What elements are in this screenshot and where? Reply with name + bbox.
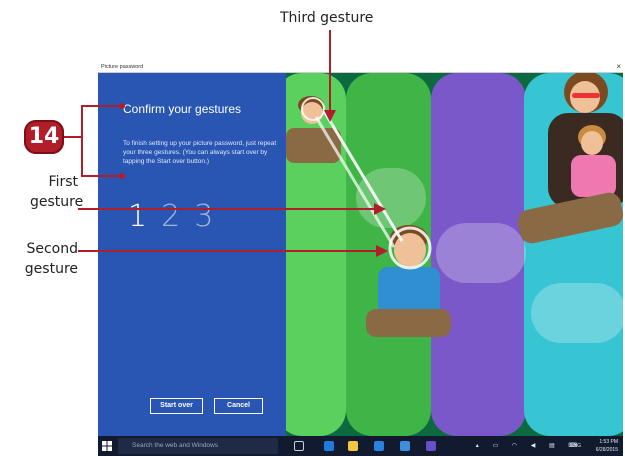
- third-gesture-trace: [322, 110, 404, 242]
- system-tray-icons[interactable]: ▴ ▭ ◠ ◀ ▤ ⌨: [476, 442, 583, 449]
- start-over-button[interactable]: Start over: [150, 398, 203, 414]
- pane-instructions: To finish setting up your picture passwo…: [123, 140, 277, 165]
- photos-icon[interactable]: [400, 441, 410, 451]
- taskbar: Search the web and Windows ▴ ▭ ◠ ◀ ▤ ⌨ E…: [98, 436, 623, 456]
- cancel-button[interactable]: Cancel: [214, 398, 263, 414]
- search-box[interactable]: Search the web and Windows: [118, 438, 278, 454]
- badge-bracket: [81, 105, 88, 177]
- third-gesture-callout: Third gesture: [280, 10, 374, 26]
- first-gesture-callout: First gesture: [30, 172, 84, 212]
- second-gesture-callout: Second gesture: [8, 239, 78, 279]
- task-view-icon[interactable]: [294, 441, 304, 451]
- step-number-badge: 14: [24, 120, 64, 154]
- second-gesture-line2: gesture: [24, 261, 78, 277]
- clock-date: 6/28/2015: [595, 447, 618, 453]
- gesture-overlay: [301, 97, 432, 270]
- gesture-digit-1: 1: [128, 199, 162, 234]
- first-gesture-line1: First: [48, 174, 78, 190]
- clock[interactable]: 1:53 PM 6/28/2015: [596, 438, 618, 454]
- password-picture[interactable]: [286, 73, 623, 436]
- first-gesture-tap-ring: [301, 97, 325, 121]
- gesture-digit-3: 3: [194, 199, 228, 234]
- first-gesture-line2: gesture: [30, 194, 84, 210]
- instructions-pane: Confirm your gestures To finish setting …: [98, 73, 286, 436]
- settings-icon[interactable]: [426, 441, 436, 451]
- third-gesture-trace-shadow: [314, 116, 396, 248]
- windows-start-icon[interactable]: [102, 441, 112, 451]
- window-title: Picture password: [101, 64, 144, 70]
- store-icon[interactable]: [374, 441, 384, 451]
- picture-password-window: Picture password × Confirm your gestures…: [98, 63, 623, 456]
- second-gesture-tap-ring: [388, 226, 432, 270]
- close-icon[interactable]: ×: [616, 63, 621, 71]
- gesture-counter: 123: [128, 199, 227, 234]
- gesture-digit-2: 2: [161, 199, 195, 234]
- second-gesture-line1: Second: [26, 241, 78, 257]
- window-titlebar: Picture password ×: [98, 63, 623, 73]
- language-indicator[interactable]: ENG: [570, 443, 581, 449]
- edge-icon[interactable]: [324, 441, 334, 451]
- file-explorer-icon[interactable]: [348, 441, 358, 451]
- clock-time: 1:53 PM: [599, 439, 618, 445]
- pane-heading: Confirm your gestures: [123, 102, 242, 116]
